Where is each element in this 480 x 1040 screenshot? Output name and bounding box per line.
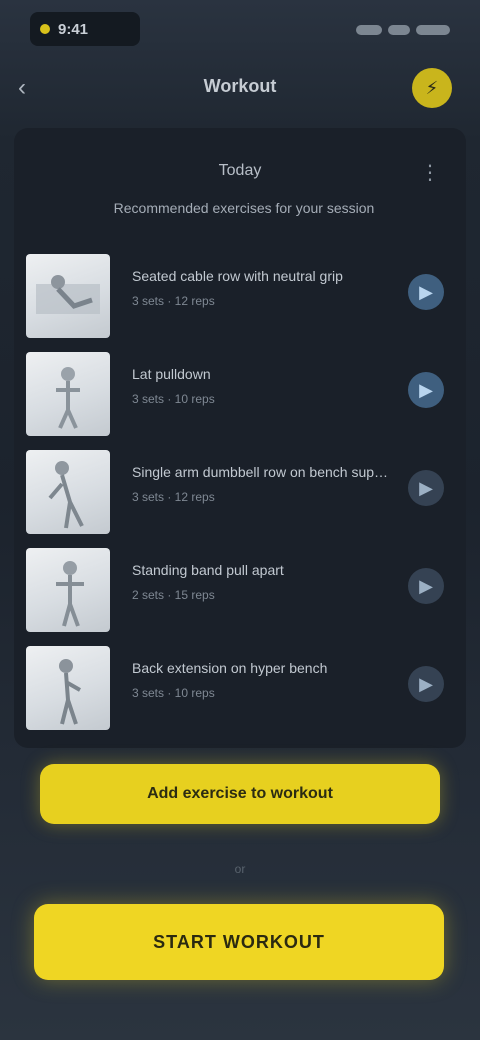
divider-text: or [234,862,246,876]
exercise-title: Single arm dumbbell row on bench support [132,464,392,480]
wifi-icon [388,25,410,35]
sheet-title: Today [218,162,262,179]
exercise-figure-icon [48,461,84,529]
exercise-title: Seated cable row with neutral grip [132,268,343,284]
app-screen: 9:41 ‹ Workout ⚡ Today ⋮ Recommended exe… [0,0,480,1040]
list-item[interactable]: Standing band pull apart 2 sets · 15 rep… [14,538,466,636]
exercise-figure-icon [56,367,80,429]
exercise-thumbnail [26,352,110,436]
list-item[interactable]: Lat pulldown 3 sets · 10 reps ▶ [14,342,466,440]
play-icon[interactable]: ▶ [408,274,444,310]
sheet-header: Today ⋮ [14,152,466,192]
exercise-title: Lat pulldown [132,366,211,382]
chevron-left-icon[interactable]: ‹ [8,74,36,102]
exercise-thumbnail [26,548,110,632]
exercise-figure-icon [59,659,81,725]
exercise-thumbnail [26,450,110,534]
status-time-pill: 9:41 [30,12,140,46]
exercise-thumbnail [26,254,110,338]
play-icon[interactable]: ▶ [408,372,444,408]
recording-indicator-icon [40,24,50,34]
battery-icon [416,25,450,35]
list-item[interactable]: Back extension on hyper bench 3 sets · 1… [14,636,466,734]
bolt-icon[interactable]: ⚡ [412,68,452,108]
exercise-subtitle: 3 sets · 12 reps [132,294,215,308]
list-item[interactable]: Seated cable row with neutral grip 3 set… [14,244,466,342]
exercise-subtitle: 3 sets · 12 reps [132,490,215,504]
list-item[interactable]: Single arm dumbbell row on bench support… [14,440,466,538]
status-time: 9:41 [58,20,89,38]
exercise-title: Standing band pull apart [132,562,284,578]
sheet-subtitle: Recommended exercises for your session [113,200,375,216]
exercise-subtitle: 2 sets · 15 reps [132,588,215,602]
exercise-subtitle: 3 sets · 10 reps [132,686,215,700]
add-exercise-button[interactable]: Add exercise to workout [40,764,440,824]
start-workout-button[interactable]: START WORKOUT [34,904,444,980]
exercise-figure-icon [56,561,84,627]
status-indicators [356,20,450,40]
exercise-subtitle: 3 sets · 10 reps [132,392,215,406]
play-icon[interactable]: ▶ [408,568,444,604]
play-icon[interactable]: ▶ [408,470,444,506]
exercise-list: Seated cable row with neutral grip 3 set… [14,244,466,734]
signal-icon [356,25,382,35]
more-vertical-icon[interactable]: ⋮ [416,158,444,186]
page-title: Workout [203,76,277,96]
top-app-bar: ‹ Workout ⚡ [0,60,480,116]
exercise-title: Back extension on hyper bench [132,660,328,676]
status-bar: 9:41 [0,0,480,60]
play-icon[interactable]: ▶ [408,666,444,702]
exercise-figure-icon [36,275,100,314]
exercise-sheet: Today ⋮ Recommended exercises for your s… [14,128,466,748]
exercise-thumbnail [26,646,110,730]
